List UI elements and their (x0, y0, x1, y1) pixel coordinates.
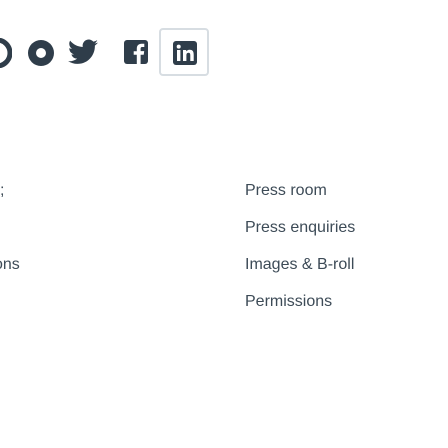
press-room-link[interactable]: Press room (245, 172, 355, 209)
left-column-text-3[interactable]: ons (0, 256, 20, 274)
facebook-icon[interactable] (124, 39, 148, 65)
linkedin-button[interactable] (159, 28, 209, 76)
twitter-icon[interactable] (68, 39, 98, 65)
press-enquiries-link[interactable]: Press enquiries (245, 209, 355, 246)
social-icons-row (0, 0, 448, 100)
partial-icon[interactable] (0, 38, 12, 68)
left-column-text-1[interactable]: ; (0, 182, 4, 200)
permissions-link[interactable]: Permissions (245, 283, 355, 320)
circle-icon[interactable] (26, 38, 56, 68)
linkedin-icon (173, 41, 197, 65)
footer-links: Press room Press enquiries Images & B-ro… (245, 172, 355, 320)
images-b-roll-link[interactable]: Images & B-roll (245, 246, 355, 283)
page: ; ons Press room Press enquiries Images … (0, 0, 448, 448)
